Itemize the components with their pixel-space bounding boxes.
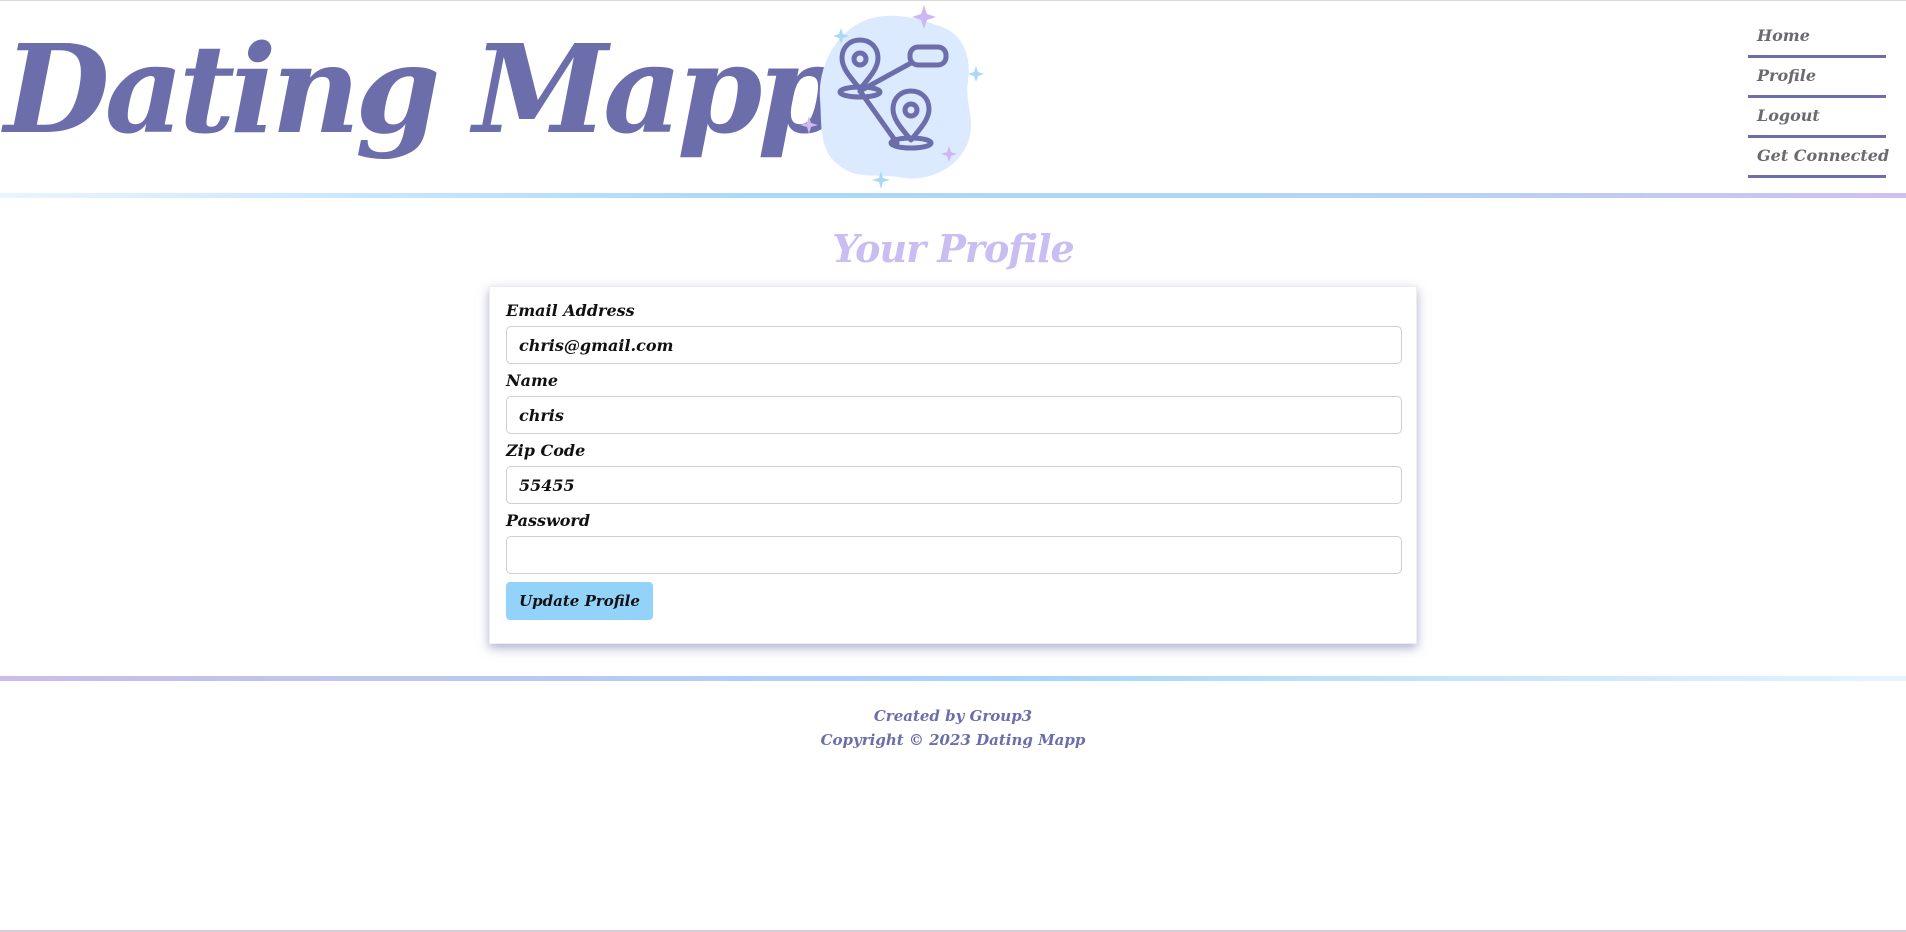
update-profile-button[interactable]: Update Profile [506, 582, 653, 620]
email-label: Email Address [506, 301, 635, 320]
password-field[interactable] [506, 536, 1402, 574]
password-label: Password [506, 511, 591, 530]
site-footer: Created by Group3 Copyright © 2023 Datin… [0, 704, 1906, 752]
footer-copyright: Copyright © 2023 Dating Mapp [820, 731, 1086, 749]
main-nav: Home Profile Logout Get Connected [1748, 18, 1889, 178]
nav-profile-link[interactable]: Profile [1748, 58, 1886, 98]
email-field[interactable] [506, 326, 1402, 364]
footer-credit: Created by Group3 [873, 707, 1033, 725]
nav-get-connected-link[interactable]: Get Connected [1748, 138, 1889, 178]
page-title: Your Profile [832, 226, 1074, 271]
map-pins-route-icon [800, 5, 984, 189]
header-divider [0, 193, 1906, 198]
site-header: Dating Mapp Home Profile Logout Get Conn… [0, 1, 1906, 194]
nav-logout-link[interactable]: Logout [1748, 98, 1886, 138]
zip-code-label: Zip Code [506, 441, 586, 460]
footer-divider [0, 676, 1906, 681]
profile-form: Email Address Name Zip Code Password Upd… [489, 286, 1417, 644]
name-field[interactable] [506, 396, 1402, 434]
zip-code-field[interactable] [506, 466, 1402, 504]
nav-home-link[interactable]: Home [1748, 18, 1886, 58]
site-logo-text[interactable]: Dating Mapp [4, 9, 843, 169]
name-label: Name [506, 371, 559, 390]
